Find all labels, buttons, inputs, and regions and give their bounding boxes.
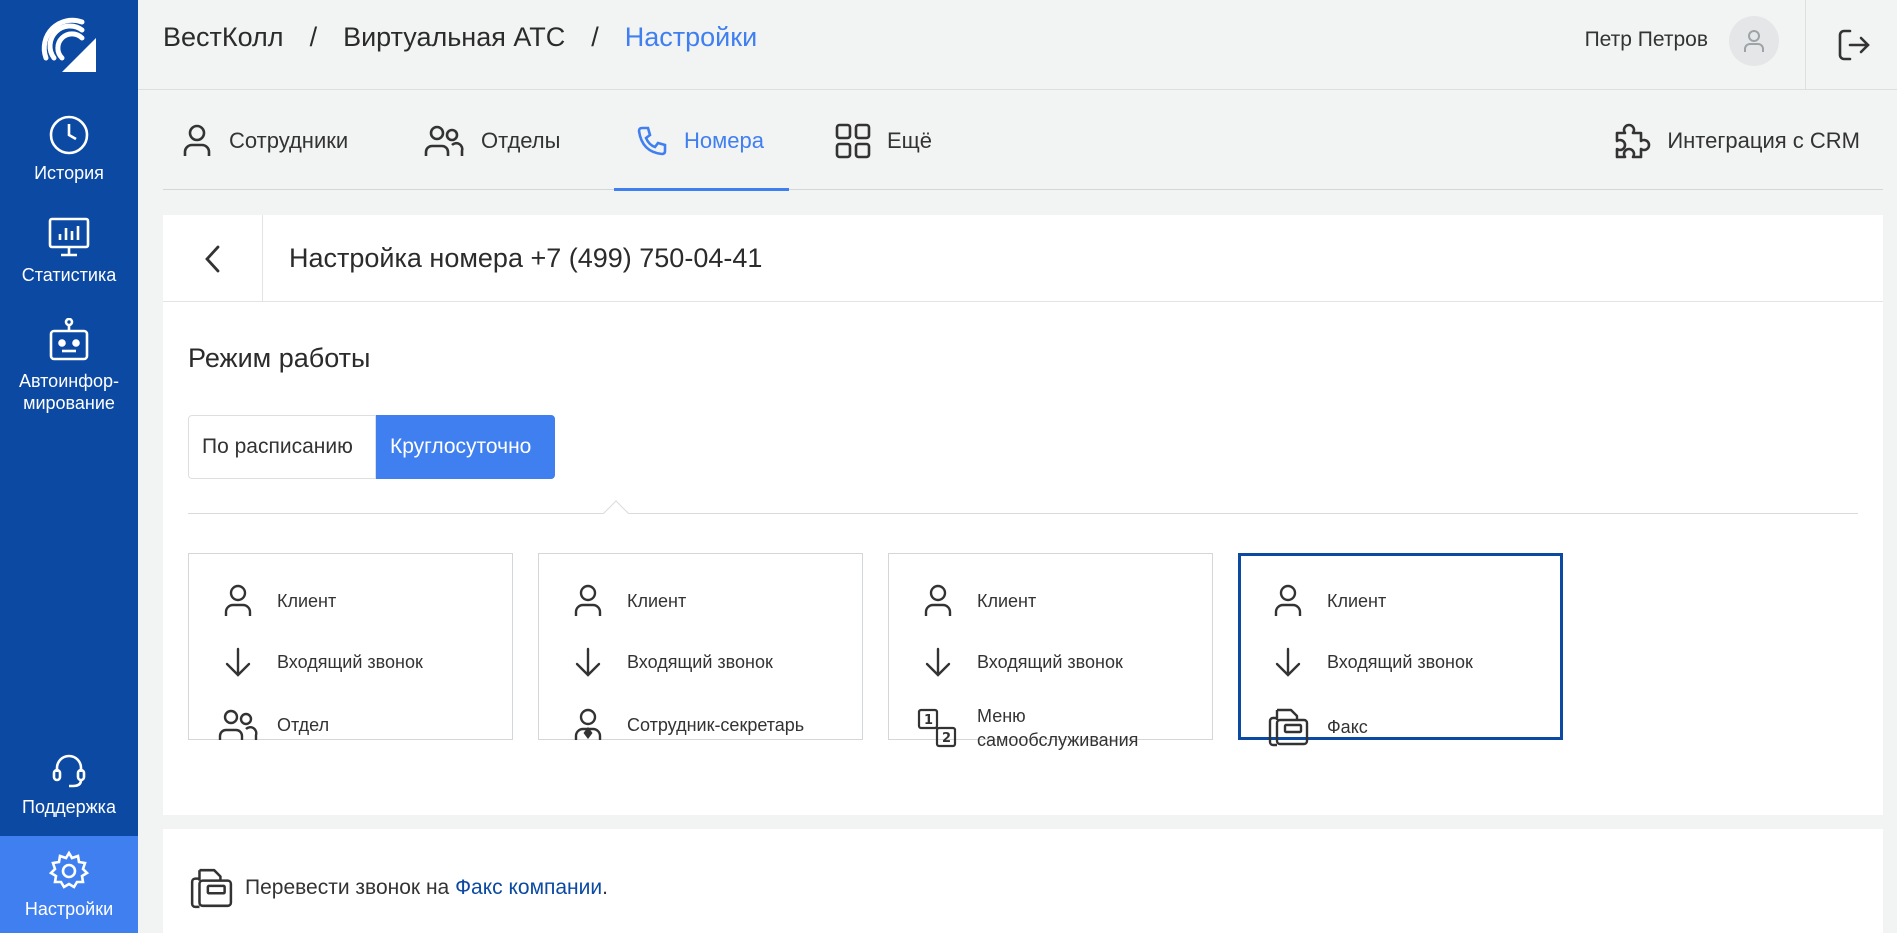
logo-icon (41, 17, 96, 72)
users-group-icon (424, 125, 464, 156)
chart-monitor-icon (48, 217, 90, 257)
route-target: 12 Меню самообслуживания (917, 704, 1138, 752)
user-icon (1274, 584, 1302, 616)
route-option-ivr-menu[interactable]: Клиент Входящий звонок 12 Меню самообслуж… (888, 553, 1213, 750)
secretary-icon (574, 708, 602, 740)
sidebar-item-label: Настройки (24, 899, 114, 919)
forward-info: Перевести звонок на Факс компании. (189, 865, 608, 911)
breadcrumb-separator: / (309, 22, 318, 52)
forward-text: Перевести звонок на (245, 876, 456, 899)
user-name[interactable]: Петр Петров (1585, 28, 1708, 52)
route-incoming: Входящий звонок (567, 646, 773, 678)
work-mode-switch: По расписанию Круглосуточно (188, 415, 555, 479)
sidebar-item-label: История (34, 163, 104, 183)
user-icon (183, 124, 211, 156)
logout-button[interactable] (1829, 20, 1879, 70)
route-option-secretary[interactable]: Клиент Входящий звонок Сотрудник-секрета… (538, 553, 863, 740)
breadcrumb: ВестКолл / Виртуальная АТС / Настройки (163, 22, 757, 53)
mode-schedule-button[interactable]: По расписанию (188, 415, 376, 479)
route-client: Клиент (917, 584, 1036, 618)
card-header: Настройка номера +7 (499) 750-04-41 (163, 215, 1883, 302)
sidebar-item-autoinform[interactable]: Автоинфор- мирование (0, 318, 138, 414)
menu-keys-icon: 12 (917, 708, 957, 748)
top-header: ВестКолл / Виртуальная АТС / Настройки П… (138, 0, 1897, 90)
user-icon (924, 584, 952, 616)
fax-company-link[interactable]: Факс компании (455, 876, 602, 899)
tab-label: Интеграция с CRM (1667, 127, 1860, 153)
sidebar-item-support[interactable]: Поддержка (0, 750, 138, 818)
route-option-fax[interactable]: Клиент Входящий звонок Факс (1238, 553, 1563, 747)
sidebar-item-statistics[interactable]: Статистика (0, 216, 138, 286)
grid-icon (835, 123, 871, 158)
route-target: Факс (1267, 706, 1368, 748)
sidebar-item-label: Статистика (21, 265, 117, 285)
gear-icon (48, 850, 90, 889)
arrow-down-icon (225, 647, 251, 677)
arrow-down-icon (575, 647, 601, 677)
breadcrumb-separator: / (591, 22, 599, 52)
users-group-icon (218, 709, 258, 740)
tab-departments[interactable]: Отделы (423, 91, 560, 190)
puzzle-icon (1616, 123, 1651, 158)
route-option-department[interactable]: Клиент Входящий звонок Отдел (188, 553, 513, 740)
header-divider (1805, 0, 1806, 90)
user-icon (1744, 30, 1764, 52)
logout-icon (1838, 29, 1870, 61)
route-client: Клиент (567, 584, 686, 618)
forward-info-panel: Перевести звонок на Факс компании. (163, 829, 1883, 933)
arrow-down-icon (925, 647, 951, 677)
sidebar-item-history[interactable]: История (0, 114, 138, 184)
fax-icon (1268, 708, 1309, 747)
route-incoming: Входящий звонок (917, 646, 1123, 678)
fax-icon (190, 868, 233, 909)
tab-employees[interactable]: Сотрудники (181, 91, 348, 190)
route-incoming: Входящий звонок (217, 646, 423, 678)
tab-label: Отделы (481, 127, 561, 153)
tab-label: Сотрудники (229, 127, 349, 153)
svg-text:2: 2 (942, 731, 951, 746)
breadcrumb-item[interactable]: Виртуальная АТС (343, 22, 565, 53)
app-logo[interactable] (0, 0, 138, 90)
route-target: Сотрудник-секретарь (567, 708, 804, 742)
route-client: Клиент (1267, 584, 1386, 618)
clock-icon (49, 115, 89, 155)
user-icon (224, 584, 252, 616)
forward-suffix: . (602, 876, 608, 899)
tab-label: Ещё (887, 127, 933, 153)
robot-icon (49, 318, 89, 361)
sidebar-item-label: Автоинфор- мирование (18, 371, 120, 413)
user-icon (574, 584, 602, 616)
sidebar: История Статистика Автоинфор- мирование … (0, 0, 138, 933)
back-button[interactable] (163, 215, 263, 302)
avatar[interactable] (1729, 16, 1779, 66)
route-client: Клиент (217, 584, 336, 618)
breadcrumb-current: Настройки (624, 22, 758, 52)
headset-icon (52, 754, 86, 788)
sidebar-item-label: Поддержка (22, 797, 116, 817)
tab-more[interactable]: Ещё (835, 91, 932, 190)
chevron-left-icon (204, 245, 219, 272)
tab-bar: Сотрудники Отделы Номера Ещё Интеграция … (163, 91, 1883, 191)
divider (188, 513, 1858, 514)
selection-pointer (603, 500, 629, 526)
page-title: Настройка номера +7 (499) 750-04-41 (289, 243, 763, 273)
tab-label: Номера (684, 127, 764, 153)
breadcrumb-item[interactable]: ВестКолл (163, 22, 284, 53)
svg-text:1: 1 (924, 713, 933, 728)
section-title: Режим работы (188, 343, 371, 373)
number-settings-card: Настройка номера +7 (499) 750-04-41 Режи… (163, 215, 1883, 815)
mode-24h-button[interactable]: Круглосуточно (376, 415, 555, 479)
tab-numbers[interactable]: Номера (614, 91, 789, 191)
arrow-down-icon (1275, 647, 1301, 677)
route-incoming: Входящий звонок (1267, 646, 1473, 678)
route-target: Отдел (217, 708, 329, 742)
phone-icon (637, 126, 667, 155)
tab-crm-integration[interactable]: Интеграция с CRM (1611, 91, 1860, 190)
sidebar-item-settings[interactable]: Настройки (0, 836, 138, 933)
